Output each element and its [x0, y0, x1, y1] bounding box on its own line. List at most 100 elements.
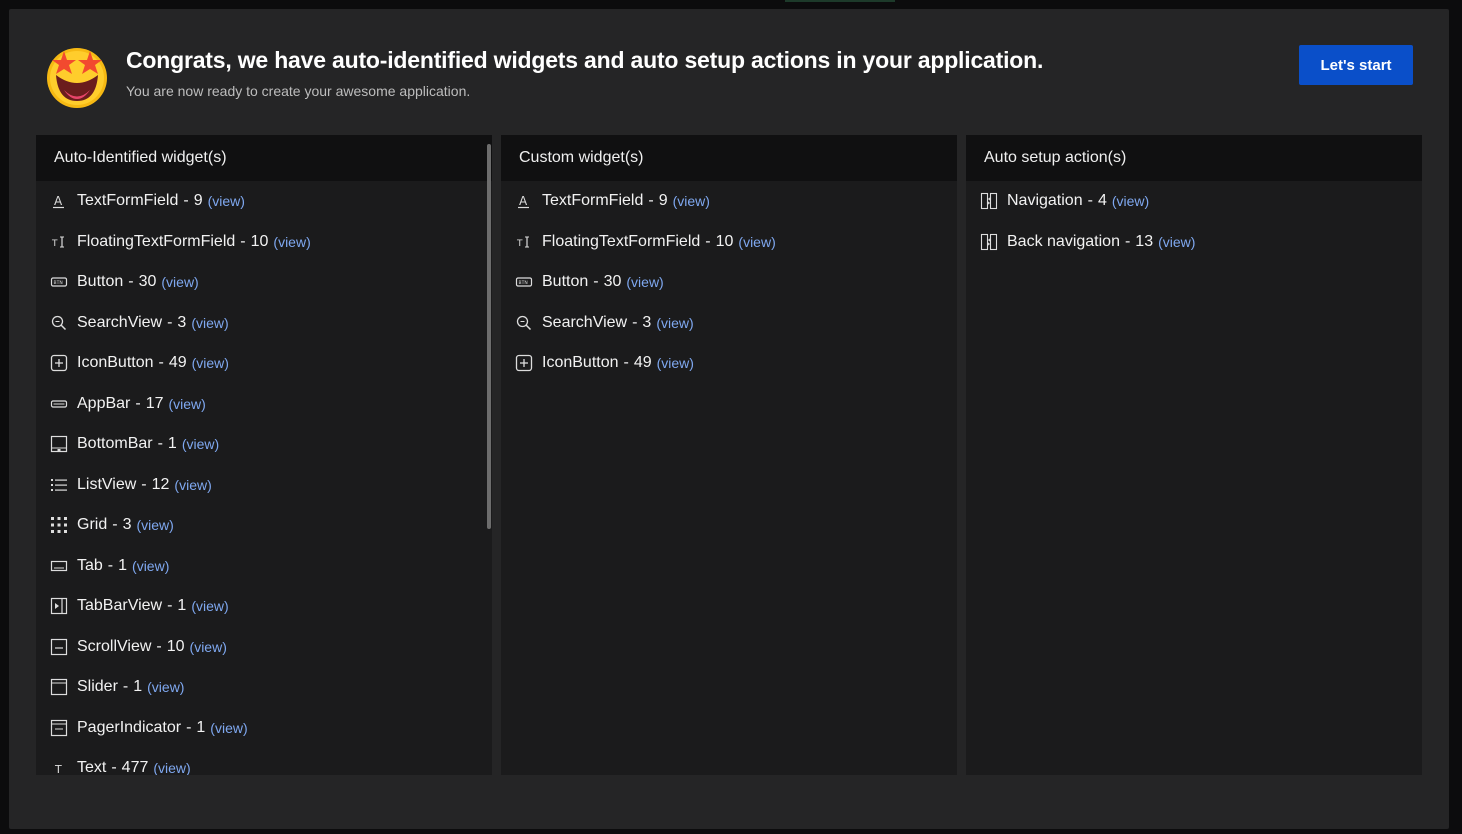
item-separator: - — [186, 718, 192, 736]
view-link[interactable]: (view) — [626, 274, 663, 290]
item-label: Grid — [77, 516, 108, 534]
view-link[interactable]: (view) — [169, 396, 206, 412]
view-link[interactable]: (view) — [147, 679, 184, 695]
list-item-listview: ListView -12 (view) — [36, 465, 492, 506]
view-link[interactable]: (view) — [153, 760, 190, 775]
plus-square-icon — [50, 354, 68, 372]
list-item-floatingtextformfield: T FloatingTextFormField -10 (view) — [501, 222, 957, 263]
item-label: PagerIndicator — [77, 718, 182, 736]
view-link[interactable]: (view) — [673, 193, 710, 209]
view-link[interactable]: (view) — [174, 477, 211, 493]
item-separator: - — [167, 597, 173, 615]
action-list: Navigation -4 (view) Back navigation -13 (vie… — [966, 181, 1422, 262]
list-item-navigation: Navigation -4 (view) — [966, 181, 1422, 222]
list-item-text: T Text -477 (view) — [36, 748, 492, 775]
panel-title: Auto setup action(s) — [966, 135, 1422, 181]
tab-icon — [50, 557, 68, 575]
button-icon: BTN — [515, 273, 533, 291]
list-item-appbar: AppBar -17 (view) — [36, 384, 492, 425]
item-count: 12 — [151, 475, 170, 493]
item-count: 1 — [133, 678, 143, 696]
svg-text:A: A — [54, 194, 63, 208]
view-link[interactable]: (view) — [161, 274, 198, 290]
lets-start-button[interactable]: Let's start — [1299, 45, 1413, 85]
item-separator: - — [183, 192, 189, 210]
auto-identified-widgets-panel: Auto-Identified widget(s) A TextFormField… — [36, 135, 492, 775]
view-link[interactable]: (view) — [738, 234, 775, 250]
list-item-bottombar: BottomBar -1 (view) — [36, 424, 492, 465]
view-link[interactable]: (view) — [208, 193, 245, 209]
widget-list: A TextFormField -9 (view) T FloatingTextFormF… — [501, 181, 957, 384]
grid-icon — [50, 516, 68, 534]
view-link[interactable]: (view) — [210, 720, 247, 736]
pager-icon — [50, 719, 68, 737]
search-icon — [515, 314, 533, 332]
panel-scrollbar[interactable] — [487, 144, 491, 529]
item-separator: - — [167, 313, 173, 331]
item-count: 30 — [138, 273, 157, 291]
item-separator: - — [632, 313, 638, 331]
view-link[interactable]: (view) — [132, 558, 169, 574]
widget-list: A TextFormField -9 (view) T FloatingTextFormF… — [36, 181, 492, 775]
svg-text:BTN: BTN — [54, 280, 63, 286]
item-label: TabBarView — [77, 597, 163, 615]
view-link[interactable]: (view) — [1112, 193, 1149, 209]
list-item-iconbutton: IconButton -49 (view) — [501, 343, 957, 384]
panel-title: Auto-Identified widget(s) — [36, 135, 492, 181]
item-separator: - — [111, 759, 117, 775]
svg-text:T: T — [54, 763, 62, 775]
star-struck-emoji-icon — [44, 43, 110, 109]
item-count: 4 — [1097, 192, 1107, 210]
item-label: ListView — [77, 475, 137, 493]
view-link[interactable]: (view) — [657, 355, 694, 371]
tabbar-icon — [50, 597, 68, 615]
item-count: 1 — [167, 435, 177, 453]
view-link[interactable]: (view) — [273, 234, 310, 250]
view-link[interactable]: (view) — [656, 315, 693, 331]
item-count: 1 — [177, 597, 187, 615]
item-label: Navigation — [1007, 192, 1083, 210]
item-count: 3 — [177, 313, 187, 331]
view-link[interactable]: (view) — [191, 598, 228, 614]
view-link[interactable]: (view) — [136, 517, 173, 533]
svg-text:BTN: BTN — [519, 280, 528, 286]
view-link[interactable]: (view) — [191, 315, 228, 331]
button-icon: BTN — [50, 273, 68, 291]
text-cursor-icon: T — [515, 233, 533, 251]
item-label: Button — [542, 273, 589, 291]
list-item-tab: Tab -1 (view) — [36, 546, 492, 587]
item-separator: - — [240, 232, 246, 250]
list-item-searchview: SearchView -3 (view) — [36, 303, 492, 344]
item-separator: - — [158, 354, 164, 372]
list-item-floatingtextformfield: T FloatingTextFormField -10 (view) — [36, 222, 492, 263]
item-count: 17 — [145, 394, 164, 412]
view-link[interactable]: (view) — [182, 436, 219, 452]
item-label: SearchView — [542, 313, 628, 331]
list-icon — [50, 476, 68, 494]
view-link[interactable]: (view) — [192, 355, 229, 371]
item-label: Back navigation — [1007, 232, 1120, 250]
item-count: 3 — [642, 313, 652, 331]
navigation-icon — [980, 192, 998, 210]
item-separator: - — [1124, 232, 1131, 250]
item-label: BottomBar — [77, 435, 153, 453]
slider-icon — [50, 678, 68, 696]
list-item-grid: Grid -3 (view) — [36, 505, 492, 546]
list-item-back-navigation: Back navigation -13 (view) — [966, 222, 1422, 263]
view-link[interactable]: (view) — [1158, 234, 1195, 250]
item-label: FloatingTextFormField — [542, 232, 701, 250]
bottombar-icon — [50, 435, 68, 453]
item-count: 10 — [166, 637, 185, 655]
text-field-icon: A — [50, 192, 68, 210]
item-label: TextFormField — [77, 192, 179, 210]
text-icon: T — [50, 759, 68, 775]
text-field-icon: A — [515, 192, 533, 210]
background-accent — [785, 0, 895, 2]
dialog-title: Congrats, we have auto-identified widget… — [126, 47, 1044, 73]
view-link[interactable]: (view) — [190, 639, 227, 655]
list-item-textformfield: A TextFormField -9 (view) — [501, 181, 957, 222]
list-item-scrollview: ScrollView -10 (view) — [36, 627, 492, 668]
custom-widgets-panel: Custom widget(s) A TextFormField -9 (view) T… — [501, 135, 957, 775]
item-label: AppBar — [77, 394, 131, 412]
search-icon — [50, 314, 68, 332]
